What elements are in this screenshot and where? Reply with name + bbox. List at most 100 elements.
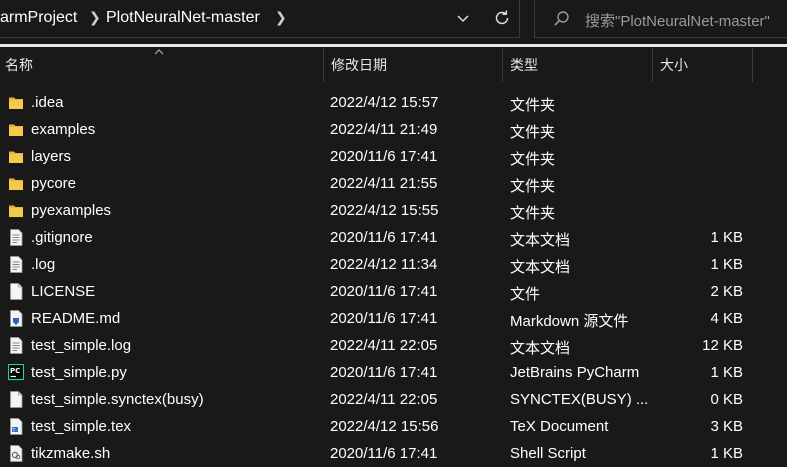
svg-text:PC: PC (10, 367, 20, 375)
file-size: 3 KB (710, 418, 743, 435)
svg-text:T: T (12, 427, 16, 433)
file-name: examples (31, 121, 96, 138)
file-date: 2020/11/6 17:41 (330, 148, 438, 165)
file-date: 2022/4/12 15:57 (330, 94, 439, 111)
file-row[interactable]: .gitignore 2020/11/6 17:41 文本文档 1 KB (0, 224, 787, 251)
column-header-size[interactable]: 大小 (660, 48, 688, 82)
file-date: 2020/11/6 17:41 (330, 445, 438, 462)
file-type: JetBrains PyCharm (510, 364, 640, 381)
file-name: LICENSE (31, 283, 96, 300)
file-row[interactable]: test_simple.log 2022/4/11 22:05 文本文档 12 KB (0, 332, 787, 359)
file-date: 2022/4/11 22:05 (330, 391, 438, 408)
tex-file-icon: T (8, 418, 24, 435)
file-row[interactable]: Ttest_simple.tex 2022/4/12 15:56 TeX Docum… (0, 413, 787, 440)
file-type: Markdown 源文件 (510, 313, 629, 330)
file-row[interactable]: pyexamples 2022/4/12 15:55 文件夹 (0, 197, 787, 224)
file-type: 文件夹 (510, 151, 556, 168)
file-date: 2020/11/6 17:41 (330, 283, 438, 300)
column-header-row: 名称 修改日期 类型 大小 (0, 48, 787, 82)
breadcrumb-separator-icon[interactable]: ❯ (89, 9, 101, 26)
file-type: 文件夹 (510, 97, 556, 114)
text-file-icon (8, 229, 24, 246)
breadcrumb-item[interactable]: armProject (0, 9, 77, 27)
pycharm-file-icon: PC (7, 363, 25, 381)
file-name: .idea (31, 94, 64, 111)
folder-icon (8, 94, 24, 111)
file-name: pyexamples (31, 202, 112, 219)
file-type: SYNCTEX(BUSY) ... (510, 391, 649, 408)
file-size: 0 KB (710, 391, 743, 408)
file-size: 1 KB (710, 445, 743, 462)
file-date: 2020/11/6 17:41 (330, 364, 438, 381)
file-row[interactable]: tikzmake.sh 2020/11/6 17:41 Shell Script 1 … (0, 440, 787, 467)
file-row[interactable]: .log 2022/4/12 11:34 文本文档 1 KB (0, 251, 787, 278)
file-size: 1 KB (710, 229, 743, 246)
file-type: 文本文档 (510, 340, 571, 357)
column-divider[interactable] (502, 48, 503, 82)
file-type: 文本文档 (510, 232, 571, 249)
file-row[interactable]: PC test_simple.py 2020/11/6 17:41 JetBrains… (0, 359, 787, 386)
file-date: 2020/11/6 17:41 (330, 310, 438, 327)
file-type: 文件夹 (510, 205, 556, 222)
folder-icon (8, 148, 24, 165)
text-file-icon (8, 256, 24, 273)
shell-script-icon (8, 445, 24, 462)
address-bar[interactable]: armProject ❯ PlotNeuralNet-master ❯ (0, 0, 520, 38)
column-header-type[interactable]: 类型 (510, 48, 538, 82)
file-size: 1 KB (710, 364, 743, 381)
search-placeholder[interactable]: 搜索"PlotNeuralNet-master" (585, 10, 770, 31)
markdown-file-icon (8, 310, 24, 327)
column-header-name[interactable]: 名称 (5, 48, 33, 82)
file-type: 文本文档 (510, 259, 571, 276)
breadcrumb-item[interactable]: PlotNeuralNet-master (106, 9, 260, 27)
file-date: 2022/4/11 21:49 (330, 121, 438, 138)
column-header-date[interactable]: 修改日期 (331, 48, 387, 82)
file-size: 4 KB (710, 310, 743, 327)
file-name: test_simple.py (31, 364, 127, 381)
blank-file-icon (8, 391, 24, 408)
file-name: .log (31, 256, 56, 273)
column-divider[interactable] (652, 48, 653, 82)
file-row[interactable]: LICENSE 2020/11/6 17:41 文件 2 KB (0, 278, 787, 305)
file-row[interactable]: test_simple.synctex(busy) 2022/4/11 22:05… (0, 386, 787, 413)
column-divider[interactable] (323, 48, 324, 82)
file-row[interactable]: pycore 2022/4/11 21:55 文件夹 (0, 170, 787, 197)
folder-icon (8, 202, 24, 219)
file-row[interactable]: layers 2020/11/6 17:41 文件夹 (0, 143, 787, 170)
chevron-down-icon[interactable] (455, 10, 471, 26)
refresh-icon[interactable] (492, 8, 512, 28)
file-name: layers (31, 148, 72, 165)
title-bar: armProject ❯ PlotNeuralNet-master ❯ 搜索"P… (0, 0, 787, 46)
blank-file-icon (8, 283, 24, 300)
file-name: test_simple.synctex(busy) (31, 391, 204, 408)
file-type: TeX Document (510, 418, 609, 435)
file-row[interactable]: README.md 2020/11/6 17:41 Markdown 源文件 4 KB (0, 305, 787, 332)
file-row[interactable]: examples 2022/4/11 21:49 文件夹 (0, 116, 787, 143)
file-date: 2022/4/12 15:55 (330, 202, 439, 219)
file-row[interactable]: .idea 2022/4/12 15:57 文件夹 (0, 89, 787, 116)
file-date: 2022/4/11 21:55 (330, 175, 438, 192)
folder-icon (8, 175, 24, 192)
column-divider[interactable] (752, 48, 753, 82)
file-size: 1 KB (710, 256, 743, 273)
breadcrumb-separator-icon[interactable]: ❯ (275, 9, 287, 26)
sort-ascending-icon (154, 49, 164, 55)
file-name: tikzmake.sh (31, 445, 111, 462)
search-box[interactable]: 搜索"PlotNeuralNet-master" (534, 0, 787, 38)
text-file-icon (8, 337, 24, 354)
file-type: 文件 (510, 286, 541, 303)
file-name: test_simple.log (31, 337, 132, 354)
file-name: pycore (31, 175, 77, 192)
file-type: 文件夹 (510, 124, 556, 141)
file-size: 2 KB (710, 283, 743, 300)
file-name: README.md (31, 310, 121, 327)
file-date: 2022/4/11 22:05 (330, 337, 438, 354)
file-name: .gitignore (31, 229, 93, 246)
file-size: 12 KB (702, 337, 743, 354)
file-date: 2022/4/12 15:56 (330, 418, 439, 435)
file-date: 2020/11/6 17:41 (330, 229, 438, 246)
file-type: 文件夹 (510, 178, 556, 195)
folder-icon (8, 121, 24, 138)
search-icon (554, 11, 569, 26)
file-date: 2022/4/12 11:34 (330, 256, 438, 273)
